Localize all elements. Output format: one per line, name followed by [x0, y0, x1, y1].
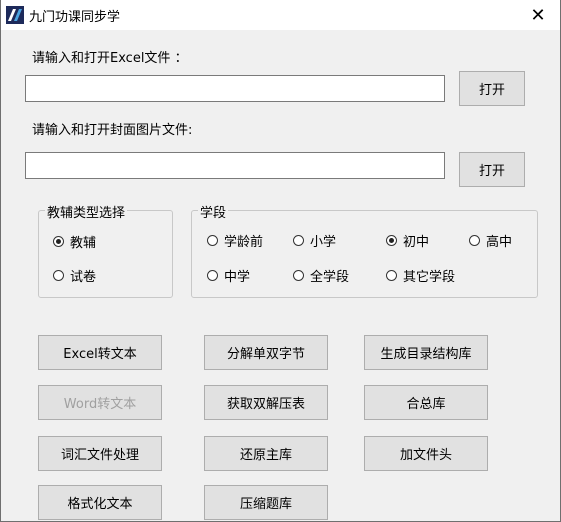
- generate-toc-db-button[interactable]: 生成目录结构库: [364, 335, 488, 370]
- radio-circle[interactable]: [386, 270, 397, 281]
- open-excel-button[interactable]: 打开: [459, 71, 525, 106]
- material-type-group-title: 教辅类型选择: [45, 202, 128, 221]
- close-icon[interactable]: ✕: [516, 0, 560, 30]
- radio-stage-middle[interactable]: 中学: [207, 266, 250, 285]
- radio-label: 高中: [486, 235, 513, 250]
- radio-label: 其它学段: [403, 270, 456, 285]
- radio-circle-checked[interactable]: [53, 236, 64, 247]
- radio-stage-all[interactable]: 全学段: [293, 266, 349, 285]
- radio-circle[interactable]: [469, 235, 480, 246]
- radio-type-fudao[interactable]: 教辅: [53, 232, 96, 251]
- split-char-button[interactable]: 分解单双字节: [204, 335, 328, 370]
- add-file-header-button[interactable]: 加文件头: [364, 436, 488, 471]
- radio-label: 试卷: [70, 270, 97, 285]
- radio-label: 学龄前: [224, 235, 264, 250]
- excel-file-label: 请输入和打开Excel文件 ：: [32, 51, 188, 66]
- excel-to-text-button[interactable]: Excel转文本: [38, 335, 162, 370]
- radio-circle[interactable]: [53, 270, 64, 281]
- radio-stage-senior[interactable]: 高中: [469, 231, 512, 250]
- cover-image-input[interactable]: [25, 152, 445, 179]
- merge-db-button[interactable]: 合总库: [364, 385, 488, 420]
- radio-label: 中学: [224, 270, 251, 285]
- radio-stage-other[interactable]: 其它学段: [386, 266, 455, 285]
- radio-circle[interactable]: [293, 235, 304, 246]
- radio-circle[interactable]: [293, 270, 304, 281]
- word-to-text-button[interactable]: Word转文本: [38, 385, 162, 420]
- radio-label: 教辅: [70, 236, 97, 251]
- compress-db-button[interactable]: 压缩题库: [204, 485, 328, 520]
- radio-label: 初中: [403, 235, 430, 250]
- window-title: 九门功课同步学: [29, 10, 121, 25]
- excel-file-input[interactable]: [25, 75, 445, 102]
- cover-image-label: 请输入和打开封面图片文件:: [32, 123, 193, 138]
- vocab-process-button[interactable]: 词汇文件处理: [38, 436, 162, 471]
- restore-main-db-button[interactable]: 还原主库: [204, 436, 328, 471]
- open-cover-button[interactable]: 打开: [459, 152, 525, 187]
- radio-stage-junior[interactable]: 初中: [386, 231, 429, 250]
- main-window: 九门功课同步学 ✕ 请输入和打开Excel文件 ： 打开 请输入和打开封面图片文…: [0, 0, 561, 522]
- radio-stage-primary[interactable]: 小学: [293, 231, 336, 250]
- app-logo-icon: [6, 6, 24, 24]
- format-text-button[interactable]: 格式化文本: [38, 485, 162, 520]
- radio-stage-preschool[interactable]: 学龄前: [207, 231, 263, 250]
- radio-type-shijuan[interactable]: 试卷: [53, 266, 96, 285]
- get-double-table-button[interactable]: 获取双解压表: [204, 385, 328, 420]
- school-stage-group-title: 学段: [198, 202, 229, 221]
- radio-label: 全学段: [310, 270, 350, 285]
- radio-circle[interactable]: [207, 270, 218, 281]
- radio-label: 小学: [310, 235, 337, 250]
- radio-circle[interactable]: [207, 235, 218, 246]
- radio-circle-checked[interactable]: [386, 235, 397, 246]
- title-bar[interactable]: 九门功课同步学 ✕: [1, 0, 560, 30]
